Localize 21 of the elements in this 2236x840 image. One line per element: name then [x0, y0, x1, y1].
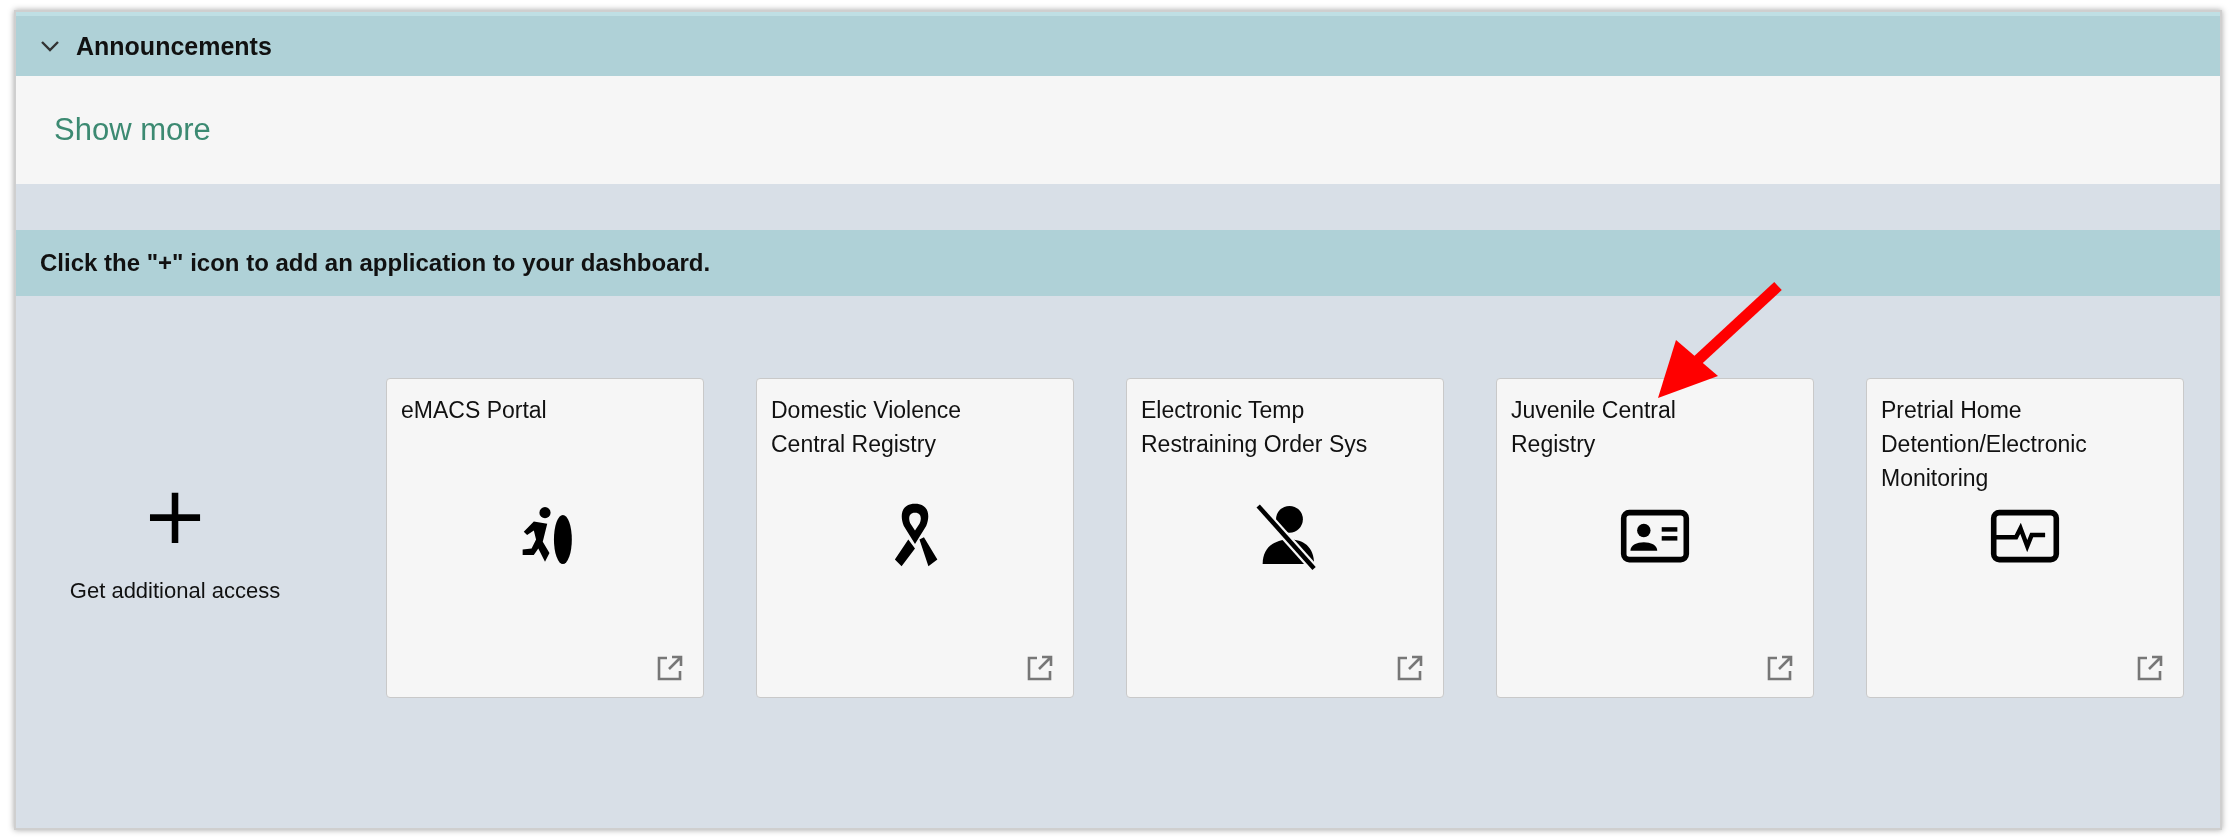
tile-title: eMACS Portal [401, 396, 548, 425]
add-label: Get additional access [69, 578, 281, 604]
instruction-banner: Click the "+" icon to add an application to your dashboard. [16, 230, 2220, 296]
tile-title: Electronic Temp Restraining Order Sys [1141, 396, 1369, 459]
app-tile[interactable]: Pretrial Home Detention/Electronic Monitoring [1866, 378, 2184, 698]
external-link-icon[interactable] [2135, 653, 2165, 683]
app-tile[interactable]: Domestic Violence Central Registry [756, 378, 1074, 698]
tile-title: Pretrial Home Detention/Electronic Monitoring [1881, 396, 2088, 493]
external-link-icon[interactable] [1395, 653, 1425, 683]
add-button[interactable]: + [141, 476, 209, 556]
tile-title: Juvenile Central Registry [1511, 396, 1677, 459]
section-title: Announcements [76, 31, 272, 61]
app-tile[interactable]: eMACS Portal [386, 378, 704, 698]
show-more-link[interactable]: Show more [54, 112, 211, 148]
external-link-icon[interactable] [655, 653, 685, 683]
chevron-icon[interactable] [40, 39, 60, 53]
app-tile[interactable]: Juvenile Central Registry [1496, 378, 1814, 698]
external-link-icon[interactable] [1025, 653, 1055, 683]
app-tile[interactable]: Electronic Temp Restraining Order Sys [1126, 378, 1444, 698]
tile-title: Domestic Violence Central Registry [771, 396, 963, 459]
external-link-icon[interactable] [1765, 653, 1795, 683]
